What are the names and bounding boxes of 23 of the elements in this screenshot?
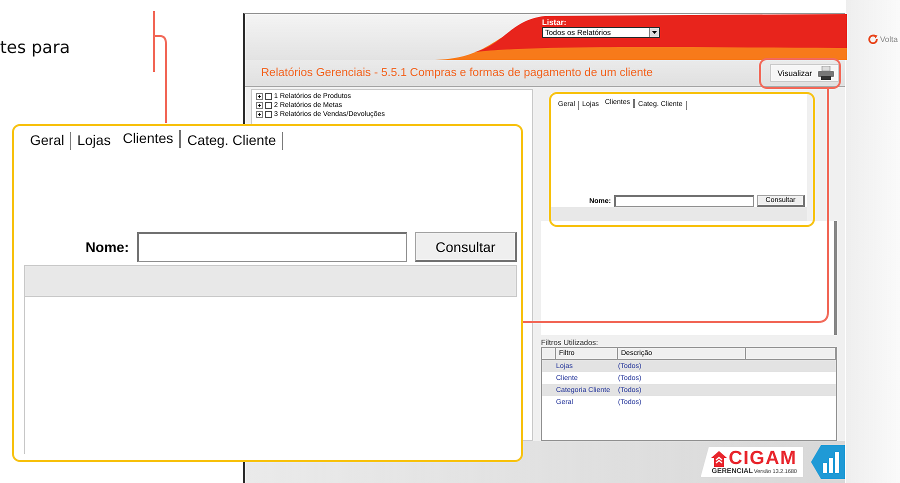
bar-chart-icon	[811, 445, 845, 479]
expand-icon[interactable]	[256, 93, 263, 100]
report-title: Relatórios Gerenciais - 5.5.1 Compras e formas de pagamento de um cliente	[261, 67, 653, 79]
expand-icon[interactable]	[256, 102, 263, 109]
list-label: Listar:	[542, 18, 568, 27]
caret-icon	[652, 31, 657, 34]
checkbox[interactable]	[265, 111, 272, 118]
name-label: Nome:	[85, 239, 129, 255]
preview-button[interactable]: Visualizar	[770, 64, 839, 82]
brand-name: CIGAM	[728, 450, 797, 468]
tab[interactable]: Geral	[24, 132, 72, 150]
body-text: tes para	[0, 38, 70, 58]
expand-icon[interactable]	[256, 111, 263, 118]
tab[interactable]: Lojas	[71, 132, 117, 150]
tab[interactable]: Categ. Cliente	[181, 132, 284, 150]
printer-icon	[818, 66, 834, 80]
name-input-field[interactable]	[614, 195, 754, 207]
refresh-icon	[868, 34, 878, 44]
checkbox[interactable]	[265, 102, 272, 109]
checkbox[interactable]	[265, 93, 272, 100]
search-button[interactable]: Consultar	[415, 232, 517, 262]
name-input-field[interactable]	[137, 232, 407, 262]
house-icon	[710, 451, 727, 467]
